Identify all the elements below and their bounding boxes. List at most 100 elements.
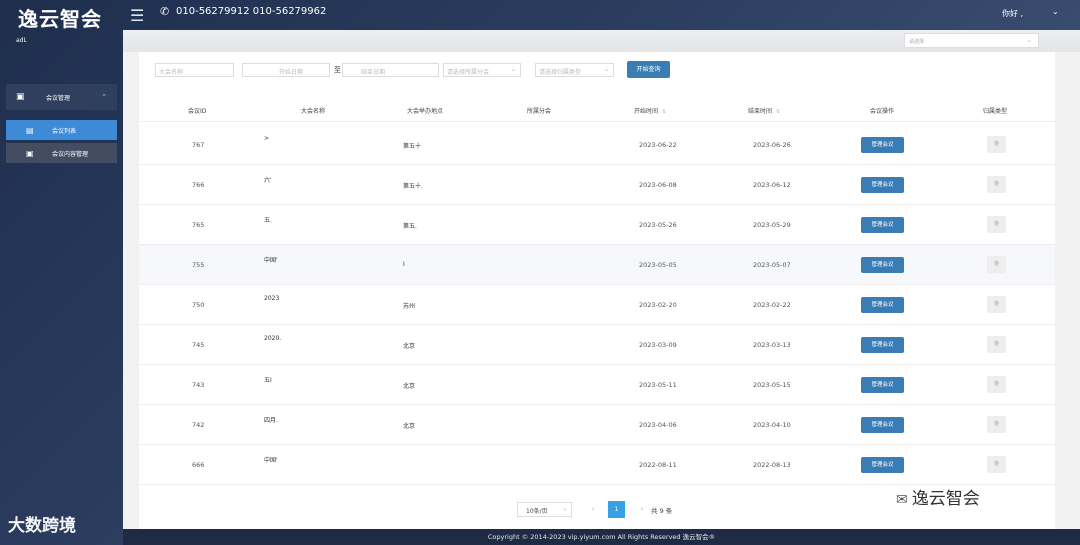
sidebar-user: adL [16,37,27,44]
menu-toggle-icon[interactable]: ☰ [130,6,144,25]
manage-meeting-button[interactable]: 管理会议 [861,417,904,433]
end-date-input[interactable]: 结束日期 [342,63,439,77]
next-page-button[interactable]: › [635,502,649,517]
current-page-button[interactable]: 1 [608,501,625,518]
cell-start-date: 2023-05-11 [639,381,677,389]
type-badge: 协 [987,336,1006,353]
meeting-name-input[interactable]: 大会名称 [155,63,234,77]
top-bar: 逸云智会 ☰ ✆ 010-56279912 010-56279962 你好 , … [0,0,1080,31]
column-header-start[interactable]: 开始时间 ⇅ [634,106,666,115]
column-header-id: 会议ID [188,108,207,115]
watermark-right-text: 逸云智会 [911,489,980,509]
type-badge: 协 [987,256,1006,273]
top-select-placeholder: 请选择 [909,39,925,45]
table-row: 743 五Ⅰ 北京 2023-05-11 2023-05-15 管理会议 协 [139,365,1055,405]
page-size-select[interactable]: 10条/页 ⌄ [517,502,572,517]
sidebar-group-meeting-management[interactable]: ▣ 会议管理 ⌃ [6,84,117,110]
cell-meeting-name: 中国' [264,457,278,464]
chevron-down-icon: ⌄ [603,66,609,73]
type-badge: 协 [987,296,1006,313]
logo: 逸云智会 [18,7,102,31]
cell-meeting-name: 五Ⅰ [264,377,272,384]
cell-meeting-id: 750 [192,301,205,309]
cell-start-date: 2023-05-26 [639,221,677,229]
column-header-branch: 所属分会 [527,108,552,115]
manage-meeting-button[interactable]: 管理会议 [861,457,904,473]
column-header-type: 归属类型 [983,108,1008,115]
cell-meeting-name: 2020. [264,335,282,342]
column-header-end[interactable]: 结束时间 ⇅ [748,106,780,115]
cell-meeting-name: > [264,135,270,142]
monitor-icon: ▣ [16,92,25,102]
watermark-right: ✉ 逸云智会 [896,484,980,509]
cell-meeting-name: 2023 [264,295,280,302]
user-greeting[interactable]: 你好 , [1002,8,1023,19]
user-menu-chevron-icon[interactable]: ⌄ [1052,7,1059,16]
manage-meeting-button[interactable]: 管理会议 [861,217,904,233]
chevron-down-icon: ⌄ [1026,37,1032,44]
date-range-separator: 至 [334,66,341,74]
table-row: 766 六' 第五十. 2023-06-08 2023-06-12 管理会议 协 [139,165,1055,205]
table-row: 745 2020. 北京 2023-03-09 2023-03-13 管理会议 协 [139,325,1055,365]
chevron-down-icon: ⌄ [562,506,567,512]
cell-end-date: 2023-05-07 [753,261,791,269]
phone-numbers: 010-56279912 010-56279962 [176,6,327,17]
type-select[interactable]: 请选择归属类型 ⌄ [535,63,614,77]
cell-start-date: 2023-05-05 [639,261,677,269]
monitor-icon: ▣ [26,148,34,158]
cell-location: 第五. [403,223,417,230]
cell-end-date: 2023-06-26 [753,141,791,149]
prev-page-button[interactable]: ‹ [586,502,600,517]
manage-meeting-button[interactable]: 管理会议 [861,257,904,273]
branch-select[interactable]: 请选择所属分会 ⌄ [443,63,521,77]
cell-location: I [403,261,405,268]
manage-meeting-button[interactable]: 管理会议 [861,297,904,313]
table-row: 765 五. 第五. 2023-05-26 2023-05-29 管理会议 协 [139,205,1055,245]
cell-meeting-id: 765 [192,221,205,229]
cell-meeting-name: 中国' [264,257,278,264]
total-count: 共 9 条 [651,507,673,515]
sort-icon: ⇅ [662,109,667,115]
cell-location: 第五十 [403,143,422,150]
table-row: 750 2023 苏州 2023-02-20 2023-02-22 管理会议 协 [139,285,1055,325]
manage-meeting-button[interactable]: 管理会议 [861,377,904,393]
column-header-label: 结束时间 [748,108,773,115]
search-button[interactable]: 开始查询 [627,61,670,78]
watermark-left: 大数跨境 [8,516,76,536]
manage-meeting-button[interactable]: 管理会议 [861,177,904,193]
chevron-up-icon: ⌃ [101,93,107,101]
cell-end-date: 2023-03-13 [753,341,791,349]
type-badge: 协 [987,136,1006,153]
cell-meeting-id: 767 [192,141,205,149]
cell-start-date: 2022-08-11 [639,461,677,469]
type-badge: 协 [987,376,1006,393]
sidebar-item-label: 会议列表 [52,127,77,135]
sidebar: adL ▣ 会议管理 ⌃ ▤ 会议列表 ▣ 会议内容管理 [0,30,123,545]
cell-meeting-id: 755 [192,261,205,269]
cell-end-date: 2022-08-13 [753,461,791,469]
cell-start-date: 2023-02-20 [639,301,677,309]
table-row: 666 中国' 2022-08-11 2022-08-13 管理会议 协 [139,445,1055,485]
column-header-action: 会议操作 [870,108,895,115]
footer-copyright: Copyright © 2014-2023 vip.yiyum.com All … [123,529,1080,545]
cell-location: 第五十. [403,183,423,190]
cell-meeting-name: 四月. [264,417,278,424]
branch-select-placeholder: 请选择所属分会 [447,69,490,76]
type-badge: 协 [987,176,1006,193]
table-header: 会议ID 大会名称 大会举办地点 所属分会 开始时间 ⇅ 结束时间 ⇅ 会议操作 归… [139,98,1055,122]
sidebar-item-meeting-list[interactable]: ▤ 会议列表 [6,120,117,140]
manage-meeting-button[interactable]: 管理会议 [861,137,904,153]
type-select-placeholder: 请选择归属类型 [539,69,582,76]
column-header-name: 大会名称 [301,108,326,115]
manage-meeting-button[interactable]: 管理会议 [861,337,904,353]
type-badge: 协 [987,216,1006,233]
cell-end-date: 2023-05-29 [753,221,791,229]
sidebar-group-label: 会议管理 [46,94,71,102]
list-icon: ▤ [26,125,34,135]
cell-start-date: 2023-06-22 [639,141,677,149]
sidebar-item-content-management[interactable]: ▣ 会议内容管理 [6,143,117,163]
cell-meeting-id: 743 [192,381,205,389]
cell-meeting-id: 666 [192,461,205,469]
start-date-input[interactable]: 开始日期 [242,63,330,77]
top-select[interactable]: 请选择 ⌄ [904,33,1039,48]
